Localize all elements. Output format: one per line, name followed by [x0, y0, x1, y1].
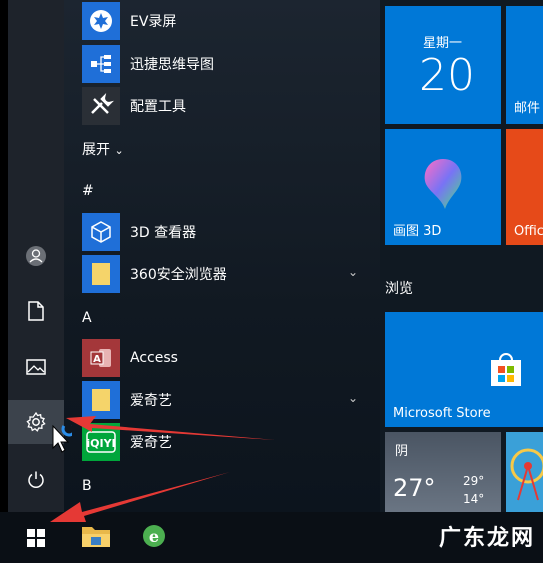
- app-item-label: Access: [130, 350, 178, 366]
- weather-tile[interactable]: 阴 27° 29° 14°: [385, 432, 501, 512]
- section-header-hash[interactable]: #: [82, 183, 94, 199]
- mail-label: 邮件: [514, 101, 541, 116]
- paint3d-tile[interactable]: 画图 3D: [385, 129, 501, 245]
- iqiyi-icon: iQIYI: [82, 423, 120, 461]
- user-icon: [26, 246, 46, 266]
- power-icon: [28, 471, 44, 488]
- expand-label: 展开: [82, 142, 110, 158]
- app-item-iqiyi-folder[interactable]: 爱奇艺 ⌄: [82, 380, 372, 420]
- app-item-label: 爱奇艺: [130, 435, 172, 451]
- microsoft-store-tile[interactable]: Microsoft Store: [385, 312, 543, 427]
- pictures-button[interactable]: [8, 345, 64, 389]
- game-tile[interactable]: [506, 432, 543, 512]
- calendar-weekday: 星期一: [423, 36, 463, 51]
- section-header-a[interactable]: A: [82, 310, 92, 326]
- weather-temp: 27°: [393, 474, 436, 502]
- file-explorer-icon: [82, 527, 110, 547]
- pictures-icon: [26, 359, 46, 375]
- ferris-wheel-icon: [510, 448, 543, 501]
- folder-icon: [82, 255, 120, 293]
- documents-icon: [28, 301, 44, 321]
- window-edge: [0, 0, 8, 563]
- svg-text:e: e: [149, 527, 159, 546]
- documents-button[interactable]: [8, 289, 64, 333]
- power-button[interactable]: [8, 458, 64, 502]
- settings-icon: [26, 411, 46, 432]
- ie-browser-button[interactable]: e: [136, 518, 172, 554]
- svg-text:iQIYI: iQIYI: [86, 437, 115, 450]
- store-bag-icon: [491, 353, 521, 386]
- calendar-day: 20: [419, 50, 475, 101]
- expand-toggle[interactable]: 展开 ⌄: [82, 139, 124, 159]
- app-item-mindmap[interactable]: 迅捷思维导图: [82, 44, 372, 84]
- app-item-iqiyi[interactable]: iQIYI 爱奇艺: [82, 422, 372, 462]
- app-item-3d-viewer[interactable]: 3D 查看器: [82, 212, 372, 252]
- app-item-label: 爱奇艺: [130, 393, 172, 409]
- paint3d-icon: [424, 159, 462, 209]
- weather-low: 14°: [463, 492, 485, 506]
- app-item-label: 迅捷思维导图: [130, 57, 214, 73]
- start-menu-rail: [8, 0, 64, 512]
- start-button[interactable]: [8, 512, 64, 563]
- chevron-down-icon: ⌄: [114, 144, 124, 157]
- weather-condition: 阴: [395, 444, 409, 459]
- app-item-label: EV录屏: [130, 14, 177, 30]
- mail-tile[interactable]: 邮件: [506, 6, 543, 124]
- user-account-button[interactable]: [8, 234, 64, 278]
- app-item-access[interactable]: A Access: [82, 338, 372, 378]
- watermark-text: 广东龙网: [438, 526, 535, 551]
- file-explorer-button[interactable]: [78, 518, 114, 554]
- office-label: Offic: [514, 224, 543, 239]
- app-item-config-tools[interactable]: 配置工具: [82, 86, 372, 126]
- access-icon: A: [82, 339, 120, 377]
- mindmap-icon: [82, 45, 120, 83]
- app-item-label: 配置工具: [130, 99, 186, 115]
- section-header-b[interactable]: B: [82, 478, 92, 494]
- store-label: Microsoft Store: [393, 406, 491, 421]
- folder-icon: [82, 381, 120, 419]
- windows-start-icon: [27, 528, 45, 547]
- paint3d-label: 画图 3D: [393, 224, 442, 239]
- app-list: EV录屏 迅捷思维导图 配置工具 展开 ⌄ # 3D 查看器 360安全浏览器 …: [64, 0, 380, 512]
- ie-browser-icon: e: [143, 525, 165, 547]
- tile-area: 星期一 20 邮件 画图 3D Offic Microsoft Store 阴 …: [380, 0, 543, 512]
- chevron-down-icon[interactable]: ⌄: [348, 391, 358, 405]
- settings-button[interactable]: [8, 400, 64, 444]
- app-item-ev-recorder[interactable]: EV录屏: [82, 1, 372, 41]
- 3d-viewer-icon: [82, 213, 120, 251]
- tile-group-label[interactable]: 浏览: [385, 278, 413, 298]
- chevron-down-icon[interactable]: ⌄: [348, 265, 358, 279]
- config-tools-icon: [82, 87, 120, 125]
- app-item-360-browser[interactable]: 360安全浏览器 ⌄: [82, 254, 372, 294]
- app-item-label: 360安全浏览器: [130, 267, 227, 283]
- app-item-label: 3D 查看器: [130, 225, 197, 241]
- weather-high: 29°: [463, 474, 485, 488]
- office-tile[interactable]: Offic: [506, 129, 543, 245]
- svg-text:A: A: [93, 354, 101, 365]
- ev-recorder-icon: [82, 2, 120, 40]
- calendar-tile[interactable]: 星期一 20: [385, 6, 501, 124]
